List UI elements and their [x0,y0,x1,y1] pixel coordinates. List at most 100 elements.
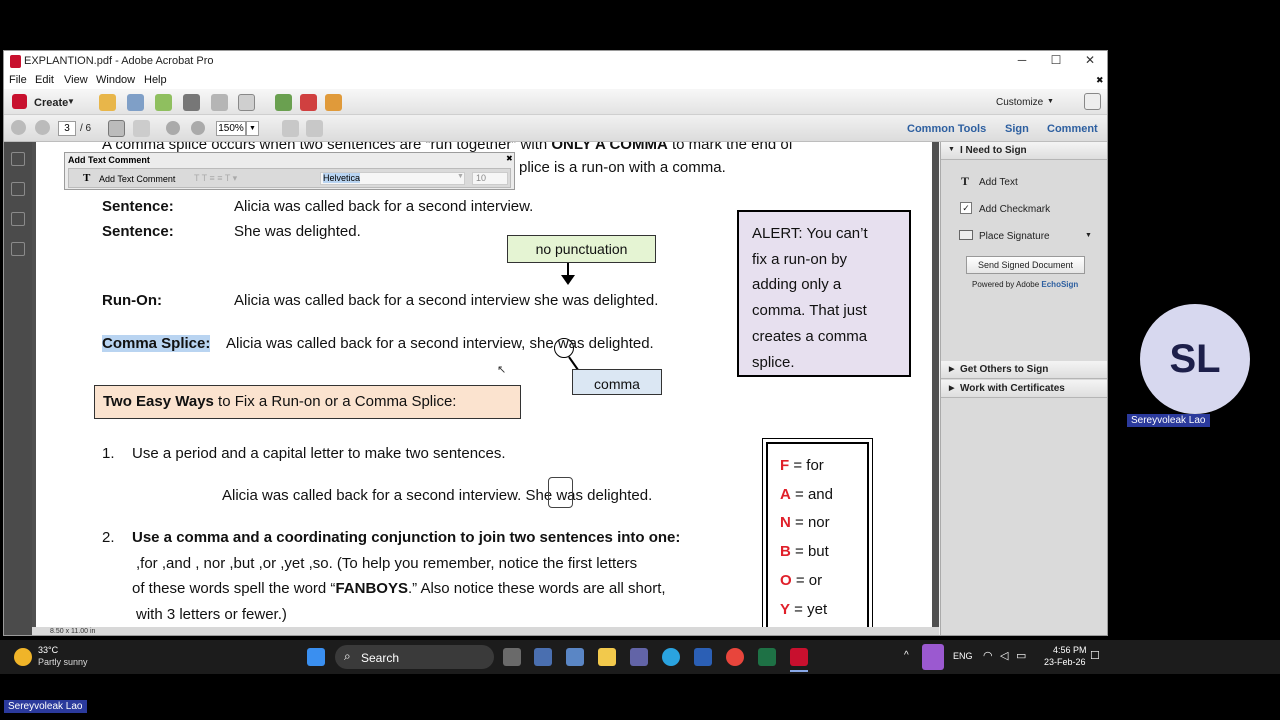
document-area[interactable]: A comma splice occurs when two sentences… [32,142,939,635]
fit-width-icon[interactable] [306,120,323,137]
popup-close-icon[interactable]: ✖ [506,154,513,163]
create-dropdown-icon[interactable]: ▼ [67,97,75,106]
cloud-upload-icon[interactable] [155,94,172,111]
weather-icon[interactable] [14,648,32,666]
clock-time[interactable]: 4:56 PM [1053,645,1087,655]
select-tool-icon[interactable] [108,120,125,137]
expand-icon: ▶ [949,366,955,373]
section-i-need-to-sign[interactable]: ▼ I Need to Sign [941,142,1107,160]
send-signed-document-button[interactable]: Send Signed Document [966,256,1085,274]
minimize-button[interactable]: ─ [1009,53,1035,69]
hand-tool-icon[interactable] [133,120,150,137]
email-icon[interactable] [238,94,255,111]
file-explorer-icon[interactable] [598,648,616,666]
next-page-icon[interactable] [35,120,50,135]
excel-icon[interactable] [758,648,776,666]
expand-icon[interactable] [1084,93,1101,110]
share-icon[interactable] [325,94,342,111]
menu-help[interactable]: Help [144,74,167,86]
add-text-button[interactable]: Add Text [979,177,1018,188]
attachments-icon[interactable] [11,212,25,226]
intro-line-2: plice is a run-on with a comma. [519,159,726,176]
alert-line: adding only a [752,276,842,294]
snipping-tool-icon[interactable] [534,648,552,666]
tab-comment[interactable]: Comment [1047,123,1098,135]
sentence-label-1: Sentence: [102,198,174,215]
section-work-with-certificates[interactable]: ▶ Work with Certificates [941,380,1107,398]
zoom-out-icon[interactable] [166,121,180,135]
zoom-in-icon[interactable] [191,121,205,135]
signature-icon [959,230,973,240]
print-icon[interactable] [183,94,200,111]
tab-sign[interactable]: Sign [1005,123,1029,135]
calculator-icon[interactable] [566,648,584,666]
weather-desc: Partly sunny [38,657,88,667]
teams-icon[interactable] [630,648,648,666]
word-icon[interactable] [694,648,712,666]
page-thumbnails-icon[interactable] [11,152,25,166]
add-text-comment-button[interactable]: Add Text Comment [99,174,175,184]
fanboys-word-item: but [807,543,829,561]
export-icon[interactable] [275,94,292,111]
fanboys-letter: B [780,543,791,561]
battery-icon[interactable]: ▭ [1016,649,1026,662]
item-2-line-3: of these words spell the word “FANBOYS.”… [132,580,666,597]
page-size-label: 8.50 x 11.00 in [50,628,96,635]
acrobat-icon[interactable] [790,648,808,666]
bookmarks-icon[interactable] [11,182,25,196]
zoom-dropdown-icon[interactable]: ▼ [246,121,259,136]
comma-splice-label: Comma Splice: [102,335,211,352]
font-dropdown-icon[interactable]: ▼ [457,173,464,180]
create-button[interactable]: Create [34,97,68,109]
menu-edit[interactable]: Edit [35,74,54,86]
wifi-icon[interactable]: ◠ [983,649,993,662]
chevron-up-icon[interactable]: ^ [904,650,909,661]
notifications-icon[interactable]: ☐ [1090,649,1100,662]
menu-window[interactable]: Window [96,74,135,86]
zoom-level-input[interactable]: 150% [216,121,246,136]
tab-common-tools[interactable]: Common Tools [907,123,986,135]
maximize-button[interactable]: ☐ [1043,53,1069,69]
chrome-icon[interactable] [726,648,744,666]
customize-dropdown-icon[interactable]: ▼ [1047,98,1054,105]
font-style-icons: T T ≡ ≡ T ▾ [194,173,238,183]
signatures-icon[interactable] [11,242,25,256]
microphone-icon[interactable] [922,644,944,670]
customize-button[interactable]: Customize [996,97,1043,108]
place-signature-dropdown-icon[interactable]: ▼ [1085,232,1092,239]
pdf-convert-icon[interactable] [300,94,317,111]
clock-date[interactable]: 23-Feb-26 [1044,657,1086,667]
start-icon[interactable] [307,648,325,666]
page-number-input[interactable]: 3 [58,121,76,136]
save-icon[interactable] [127,94,144,111]
telegram-icon[interactable] [662,648,680,666]
avatar: SL [1140,304,1250,414]
previous-page-icon[interactable] [11,120,26,135]
add-checkmark-button[interactable]: Add Checkmark [979,204,1050,215]
menu-bar: File Edit View Window Help ✖ [4,72,1107,89]
echosign-link[interactable]: EchoSign [1041,280,1078,289]
create-icon[interactable] [12,94,27,109]
self-view-name: Sereyvoleak Lao [4,700,87,713]
add-text-comment-popup: Add Text Comment ✖ T Add Text Comment T … [64,152,515,190]
close-button[interactable]: ✕ [1077,53,1103,69]
volume-icon[interactable]: ◁ [1000,649,1008,662]
section-title: Get Others to Sign [960,364,1049,375]
language-indicator[interactable]: ENG [953,651,973,661]
task-view-icon[interactable] [503,648,521,666]
menu-view[interactable]: View [64,74,88,86]
search-box[interactable]: ⌕ Search [335,645,494,669]
fanboys-row: N = nor [780,514,830,532]
menu-file[interactable]: File [9,74,27,86]
item-1-example: Alicia was called back for a second inte… [222,487,653,504]
font-size-select[interactable]: 10 [472,172,508,185]
section-get-others-to-sign[interactable]: ▶ Get Others to Sign [941,361,1107,379]
edit-icon[interactable] [211,94,228,111]
fit-page-icon[interactable] [282,120,299,137]
pdf-page[interactable]: A comma splice occurs when two sentences… [36,142,932,629]
place-signature-button[interactable]: Place Signature [979,231,1050,242]
close-document-icon[interactable]: ✖ [1096,75,1104,86]
font-family-select[interactable]: Helvetica [320,172,465,185]
open-folder-icon[interactable] [99,94,116,111]
window-title: EXPLANTION.pdf - Adobe Acrobat Pro [24,55,214,67]
